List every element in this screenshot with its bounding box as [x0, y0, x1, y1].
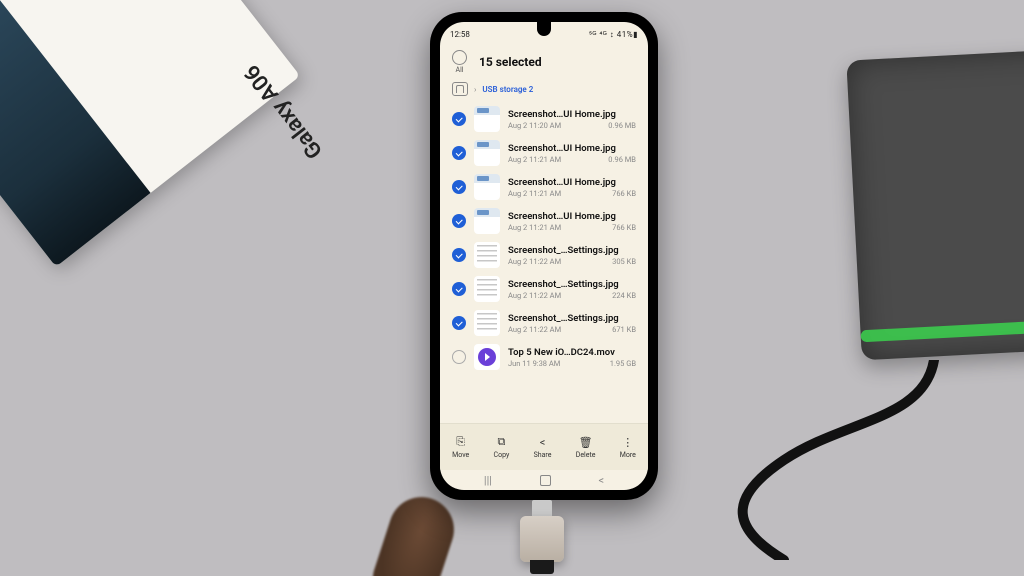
file-date: Jun 11 9:38 AM [508, 359, 560, 368]
list-item[interactable]: Screenshot…UI Home.jpg Aug 2 11:21 AM 0.9… [440, 136, 648, 170]
row-checkbox[interactable] [452, 282, 466, 296]
file-date: Aug 2 11:22 AM [508, 257, 561, 266]
status-indicators: ⁵ᴳ ⁴ᴳ ↕ 41%▮ [589, 30, 638, 39]
list-item[interactable]: Screenshot…UI Home.jpg Aug 2 11:21 AM 766… [440, 204, 648, 238]
file-thumbnail [474, 276, 500, 302]
file-thumbnail [474, 140, 500, 166]
row-checkbox[interactable] [452, 180, 466, 194]
file-name: Screenshot…UI Home.jpg [508, 109, 636, 120]
file-list[interactable]: Screenshot…UI Home.jpg Aug 2 11:20 AM 0.9… [440, 98, 648, 423]
selection-count-title: 15 selected [479, 55, 542, 69]
file-size: 766 KB [612, 223, 636, 232]
file-name: Screenshot_…Settings.jpg [508, 245, 636, 256]
video-play-icon [478, 348, 496, 366]
file-name: Screenshot_…Settings.jpg [508, 313, 636, 324]
list-item[interactable]: Screenshot_…Settings.jpg Aug 2 11:22 AM 2… [440, 272, 648, 306]
list-item[interactable]: Screenshot_…Settings.jpg Aug 2 11:22 AM 6… [440, 306, 648, 340]
copy-button[interactable]: ⧉ Copy [494, 435, 510, 459]
list-item[interactable]: Screenshot…UI Home.jpg Aug 2 11:20 AM 0.9… [440, 102, 648, 136]
file-name: Screenshot…UI Home.jpg [508, 177, 636, 188]
breadcrumb-usb-storage[interactable]: USB storage 2 [482, 85, 533, 94]
file-size: 224 KB [612, 291, 636, 300]
box-model-label: Galaxy A06 [240, 60, 328, 163]
share-button[interactable]: < Share [534, 435, 552, 459]
chevron-right-icon: › [474, 85, 476, 94]
list-item[interactable]: Screenshot…UI Home.jpg Aug 2 11:21 AM 766… [440, 170, 648, 204]
row-checkbox[interactable] [452, 316, 466, 330]
file-date: Aug 2 11:20 AM [508, 121, 561, 130]
home-button[interactable] [540, 475, 551, 486]
file-date: Aug 2 11:21 AM [508, 189, 561, 198]
row-checkbox[interactable] [452, 146, 466, 160]
row-checkbox[interactable] [452, 248, 466, 262]
photo-scene: Galaxy A06 12:58 ⁵ᴳ ⁴ᴳ ↕ 41%▮ All [0, 0, 1024, 576]
status-time: 12:58 [450, 30, 470, 39]
row-checkbox[interactable] [452, 214, 466, 228]
file-name: Screenshot…UI Home.jpg [508, 211, 636, 222]
file-size: 0.96 MB [608, 121, 636, 130]
file-name: Screenshot_…Settings.jpg [508, 279, 636, 290]
action-bar: ⎘ Move ⧉ Copy < Share 🗑 Delete ⋮ More [440, 423, 648, 470]
file-date: Aug 2 11:21 AM [508, 155, 561, 164]
select-all-label: All [456, 66, 464, 74]
phone-screen: 12:58 ⁵ᴳ ⁴ᴳ ↕ 41%▮ All 15 selected › USB… [440, 22, 648, 490]
move-button[interactable]: ⎘ Move [452, 435, 469, 459]
usb-cable [724, 360, 984, 560]
home-icon[interactable] [452, 82, 468, 96]
recents-button[interactable]: ||| [484, 474, 492, 487]
otg-adapter [520, 500, 564, 576]
file-size: 766 KB [612, 189, 636, 198]
back-button[interactable]: < [599, 474, 605, 487]
phone-frame: 12:58 ⁵ᴳ ⁴ᴳ ↕ 41%▮ All 15 selected › USB… [430, 12, 658, 500]
share-icon: < [536, 435, 550, 449]
file-size: 305 KB [612, 257, 636, 266]
android-nav-bar: ||| < [440, 470, 648, 490]
file-thumbnail [474, 344, 500, 370]
file-thumbnail [474, 242, 500, 268]
list-item[interactable]: Screenshot_…Settings.jpg Aug 2 11:22 AM 3… [440, 238, 648, 272]
copy-icon: ⧉ [494, 435, 508, 449]
move-icon: ⎘ [454, 435, 468, 449]
more-button[interactable]: ⋮ More [620, 435, 636, 459]
file-thumbnail [474, 208, 500, 234]
file-name: Screenshot…UI Home.jpg [508, 143, 636, 154]
file-size: 1.95 GB [610, 359, 636, 368]
file-date: Aug 2 11:22 AM [508, 291, 561, 300]
file-name: Top 5 New iO…DC24.mov [508, 347, 636, 358]
finger [367, 489, 463, 576]
file-thumbnail [474, 174, 500, 200]
camera-notch [537, 22, 551, 36]
delete-button[interactable]: 🗑 Delete [576, 435, 596, 459]
file-date: Aug 2 11:21 AM [508, 223, 561, 232]
row-checkbox[interactable] [452, 350, 466, 364]
power-bank [846, 50, 1024, 361]
file-thumbnail [474, 106, 500, 132]
selection-header: All 15 selected › USB storage 2 [440, 44, 648, 98]
row-checkbox[interactable] [452, 112, 466, 126]
file-thumbnail [474, 310, 500, 336]
file-date: Aug 2 11:22 AM [508, 325, 561, 334]
file-size: 0.96 MB [608, 155, 636, 164]
product-box: Galaxy A06 [0, 0, 300, 267]
box-art [0, 0, 151, 267]
more-vertical-icon: ⋮ [621, 435, 635, 449]
file-size: 671 KB [612, 325, 636, 334]
trash-icon: 🗑 [579, 435, 593, 449]
breadcrumb: › USB storage 2 [452, 82, 636, 96]
list-item[interactable]: Top 5 New iO…DC24.mov Jun 11 9:38 AM 1.95… [440, 340, 648, 374]
select-all-checkbox[interactable] [452, 50, 467, 65]
power-bank-led-band [860, 319, 1024, 342]
